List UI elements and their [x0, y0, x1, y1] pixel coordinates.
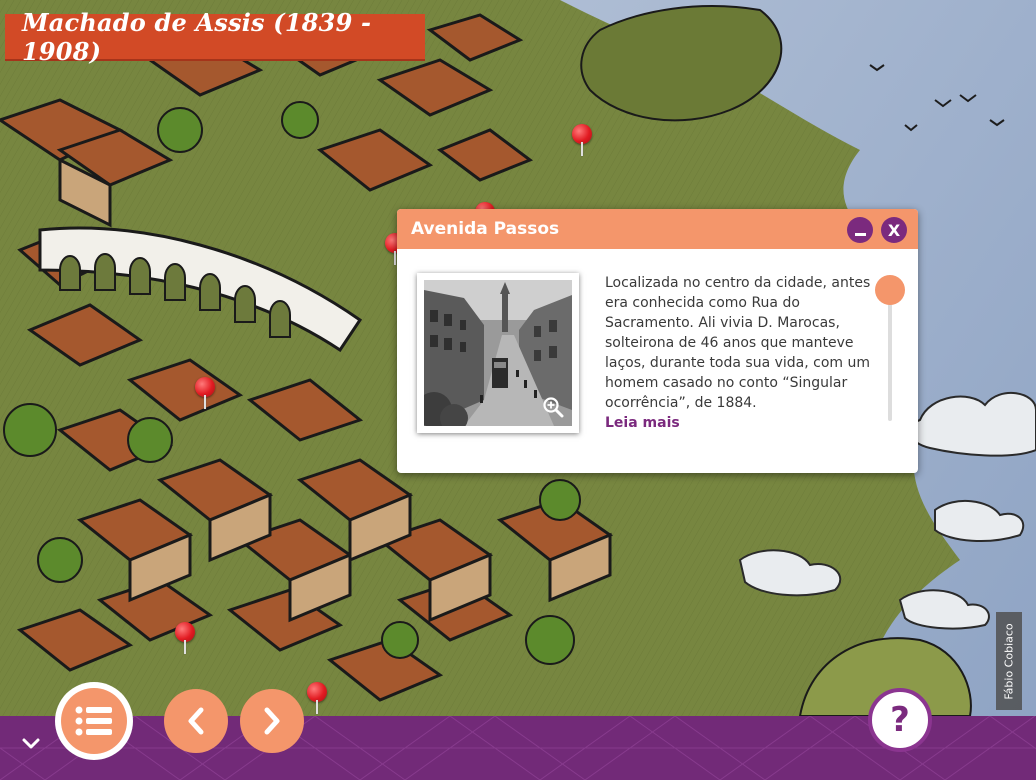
- minimize-icon: [854, 232, 866, 236]
- help-icon: ?: [890, 700, 910, 740]
- page-title: Machado de Assis (1839 - 1908): [22, 7, 372, 66]
- app-root: Machado de Assis (1839 - 1908) Avenida P…: [0, 0, 1036, 780]
- chevron-left-icon: [188, 707, 204, 735]
- map-pin[interactable]: [571, 124, 593, 158]
- illustration-credit: Fábio Cobiaco: [996, 612, 1022, 710]
- popup-title: Avenida Passos: [411, 219, 560, 239]
- description-text: Localizada no centro da cidade, antes er…: [605, 275, 871, 411]
- help-button[interactable]: ?: [868, 688, 932, 752]
- next-button[interactable]: [240, 689, 304, 753]
- credit-text: Fábio Cobiaco: [1002, 622, 1016, 700]
- scrollbar-thumb[interactable]: [875, 275, 905, 305]
- map-pin[interactable]: [194, 377, 216, 411]
- chevron-right-icon: [264, 707, 280, 735]
- map-pin[interactable]: [174, 622, 196, 656]
- close-icon: X: [887, 220, 901, 240]
- list-icon: [75, 706, 112, 736]
- read-more-link[interactable]: Leia mais: [605, 413, 873, 433]
- previous-button[interactable]: [164, 689, 228, 753]
- popup-header: Avenida Passos X: [397, 209, 918, 249]
- map-pin[interactable]: [306, 682, 328, 716]
- zoom-in-icon[interactable]: [542, 396, 564, 418]
- chevron-down-icon[interactable]: [20, 736, 42, 752]
- close-button[interactable]: X: [881, 217, 907, 243]
- location-description: Localizada no centro da cidade, antes er…: [605, 273, 873, 435]
- location-popup: Avenida Passos X Localizada no centro da…: [397, 209, 918, 473]
- page-title-bar: Machado de Assis (1839 - 1908): [5, 8, 425, 66]
- minimize-button[interactable]: [847, 217, 873, 243]
- location-photo[interactable]: [424, 280, 572, 426]
- menu-button[interactable]: [55, 682, 133, 760]
- location-photo-frame[interactable]: [417, 273, 579, 433]
